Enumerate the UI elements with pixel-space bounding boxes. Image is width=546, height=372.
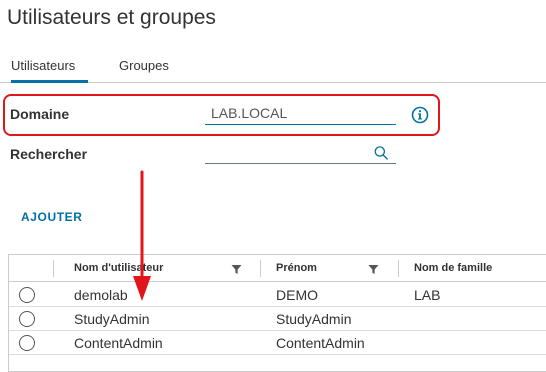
row-select-radio[interactable] — [19, 311, 35, 327]
users-table: Nom d'utilisateur Prénom Nom de famille … — [8, 254, 546, 372]
row-select-radio[interactable] — [19, 287, 35, 303]
filter-icon[interactable] — [231, 264, 242, 275]
cell-username: StudyAdmin — [74, 311, 150, 327]
cell-first-name: StudyAdmin — [276, 311, 352, 327]
filter-icon[interactable] — [368, 264, 379, 275]
column-separator[interactable] — [260, 260, 261, 277]
tab-users[interactable]: Utilisateurs — [11, 57, 88, 83]
table-row[interactable]: StudyAdmin StudyAdmin — [9, 307, 546, 331]
cell-username: demolab — [74, 287, 128, 303]
table-header: Nom d'utilisateur Prénom Nom de famille — [9, 255, 546, 282]
cell-first-name: ContentAdmin — [276, 335, 365, 351]
annotation-arrow — [133, 170, 151, 301]
column-separator[interactable] — [398, 260, 399, 277]
cell-first-name: DEMO — [276, 287, 318, 303]
table-row[interactable]: ContentAdmin ContentAdmin — [9, 331, 546, 355]
info-circle-icon[interactable] — [411, 106, 429, 124]
row-select-radio[interactable] — [19, 335, 35, 351]
column-separator — [53, 260, 54, 277]
cell-last-name: LAB — [414, 287, 441, 303]
tab-groups[interactable]: Groupes — [119, 57, 169, 83]
add-user-button[interactable]: AJOUTER — [21, 210, 83, 224]
domain-select[interactable]: LAB.LOCAL — [205, 103, 396, 125]
domain-label: Domaine — [10, 106, 70, 122]
tab-bar: Utilisateurs Groupes — [0, 57, 546, 83]
page-title: Utilisateurs et groupes — [7, 6, 216, 29]
search-input[interactable] — [205, 142, 373, 162]
search-icon[interactable] — [373, 145, 389, 161]
column-header-last-name[interactable]: Nom de famille — [414, 262, 492, 274]
cell-username: ContentAdmin — [74, 335, 163, 351]
column-header-first-name[interactable]: Prénom — [276, 262, 317, 274]
search-label: Rechercher — [10, 146, 88, 162]
domain-value: LAB.LOCAL — [211, 105, 288, 121]
table-row[interactable]: demolab DEMO LAB — [9, 283, 546, 307]
search-field[interactable] — [205, 142, 396, 164]
